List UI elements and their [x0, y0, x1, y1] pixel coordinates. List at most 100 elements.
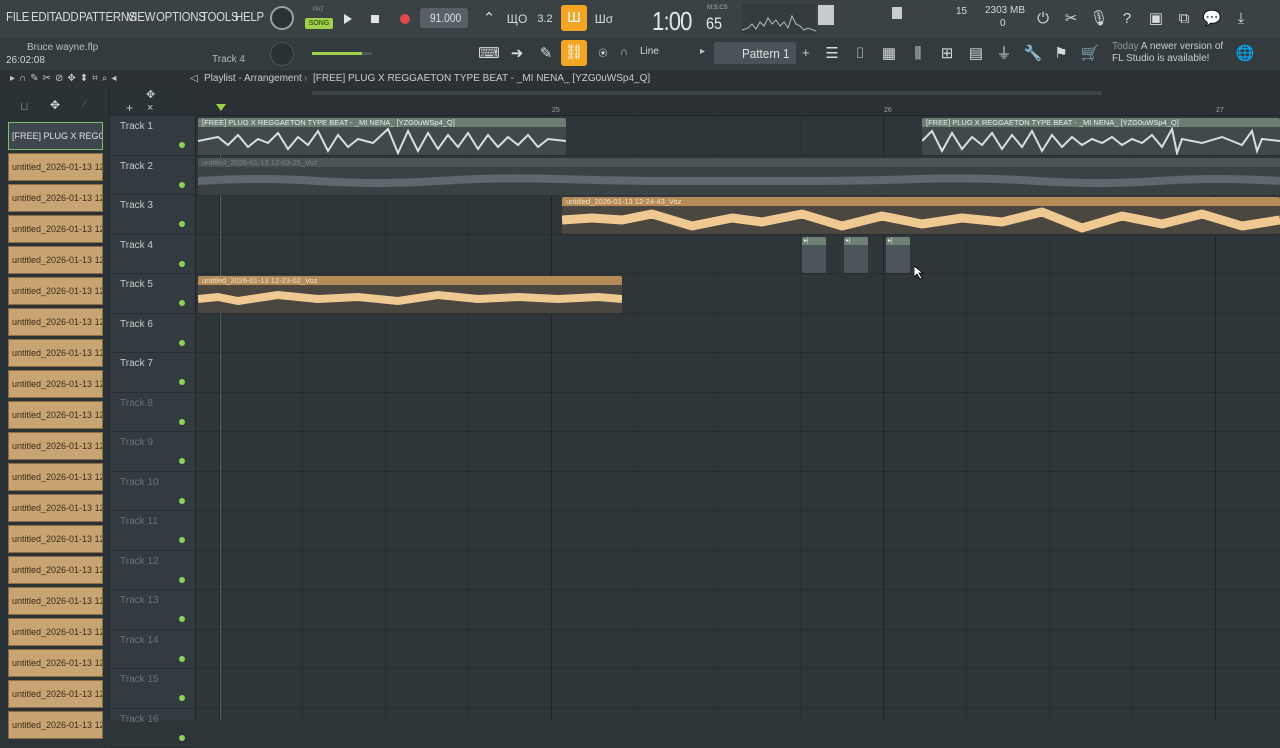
track-lane[interactable] [196, 709, 1280, 721]
track-header[interactable]: Track 2 [110, 156, 196, 196]
clip-voz-track2[interactable]: untitled_2026-01-13 12-03-25_Voz [198, 158, 1280, 195]
track-mute-led[interactable] [179, 340, 185, 346]
menu-edit[interactable]: EDIT [31, 9, 56, 24]
memory-meter[interactable]: 2303 MB 0 [978, 4, 1028, 32]
close-track-icon[interactable]: × [147, 102, 153, 114]
browser-options-icon[interactable]: ⊔ [20, 100, 29, 113]
browser-item[interactable]: untitled_2026-01-13 12-... [8, 308, 103, 336]
cut-button[interactable]: ✂ [1058, 6, 1084, 32]
track-mute-led[interactable] [179, 735, 185, 741]
cpu-meter[interactable]: 15 [890, 4, 970, 32]
cart-button[interactable]: 🛒 [1077, 41, 1103, 67]
timeline-ruler[interactable]: 25 26 27 [196, 88, 1280, 116]
mixer-button[interactable]: ⫼ [905, 41, 931, 67]
track-header[interactable]: Track 4 [110, 235, 196, 275]
track-mute-led[interactable] [179, 261, 185, 267]
browser-item[interactable]: untitled_2026-01-13 12-... [8, 401, 103, 429]
snap-selector[interactable]: ∩ Line [620, 46, 692, 62]
save-button[interactable]: ▣ [1143, 6, 1169, 32]
project-tree-button[interactable]: ⊞ [934, 41, 960, 67]
menu-help[interactable]: HELP [235, 9, 264, 24]
menu-options[interactable]: OPTIONS [156, 9, 206, 24]
loop-record-button[interactable]: Шσ [591, 6, 617, 32]
track-mute-led[interactable] [179, 695, 185, 701]
playlist-grid[interactable]: 25 26 27 [FREE] PLUG X REGGAETON TYPE BE… [196, 88, 1280, 720]
globe-button[interactable]: 🌐 [1232, 41, 1258, 67]
track-mute-led[interactable] [179, 182, 185, 188]
track-lane[interactable] [196, 472, 1280, 512]
move-tracks-icon[interactable]: ✥ [146, 88, 155, 101]
track-lane[interactable] [196, 314, 1280, 354]
chat-button[interactable]: 💬 [1199, 6, 1225, 32]
track-lane[interactable] [196, 393, 1280, 433]
browser-move-icon[interactable]: ✥ [50, 98, 60, 112]
tempo-display[interactable]: 91.000 [420, 8, 468, 28]
track-mute-led[interactable] [179, 142, 185, 148]
track-lane[interactable] [196, 432, 1280, 472]
track-header[interactable]: Track 8 [110, 393, 196, 433]
track-knob[interactable] [270, 42, 294, 66]
browser-item[interactable]: untitled_2026-01-13 12-... [8, 556, 103, 584]
track-mute-led[interactable] [179, 379, 185, 385]
clip-beat-b[interactable]: [FREE] PLUG X REGGAETON TYPE BEAT - _MI … [922, 118, 1280, 155]
track-mute-led[interactable] [179, 300, 185, 306]
track-lane[interactable] [196, 630, 1280, 670]
menu-file[interactable]: FILE [6, 9, 29, 24]
track-lane[interactable] [196, 235, 1280, 275]
track-header[interactable]: Track 3 [110, 195, 196, 235]
clip-track4-a[interactable]: ▸| [802, 237, 826, 273]
browser-item[interactable]: untitled_2026-01-13 12-... [8, 215, 103, 243]
pattern-selector[interactable]: Pattern 1 [714, 42, 796, 64]
piano-button[interactable]: ⌨ [476, 41, 502, 67]
pat-song-toggle[interactable]: PAT SONG [305, 5, 333, 33]
track-header[interactable]: Track 9 [110, 432, 196, 472]
clip-voz-track3[interactable]: untitled_2026-01-13 12-24-43_Voz [562, 197, 1280, 234]
browser-item[interactable]: untitled_2026-01-13 12-... [8, 649, 103, 677]
browser-wand-icon[interactable]: ⁄ [84, 98, 86, 110]
browser-item[interactable]: untitled_2026-01-13 12-... [8, 184, 103, 212]
plugin-button[interactable]: ⏚ [991, 41, 1017, 67]
breadcrumb-section[interactable]: Playlist - Arrangement [204, 70, 302, 88]
wait-input-button[interactable]: ЩО [504, 6, 530, 32]
download-button[interactable]: ⤓ [1228, 6, 1254, 32]
menu-add[interactable]: ADD [55, 9, 78, 24]
track-lane[interactable] [196, 551, 1280, 591]
record-button[interactable] [392, 6, 418, 32]
track-header[interactable]: Track 14 [110, 630, 196, 670]
link-button[interactable]: ⛓ [561, 40, 587, 66]
song-position-marker[interactable] [216, 104, 226, 111]
track-lane[interactable] [196, 511, 1280, 551]
track-lane[interactable] [196, 669, 1280, 709]
track-mute-led[interactable] [179, 498, 185, 504]
tools-button[interactable]: 🔧 [1020, 41, 1046, 67]
browser-item[interactable]: untitled_2026-01-13 12-... [8, 680, 103, 708]
countdown-button[interactable]: 3.2 [532, 6, 558, 32]
track-mute-led[interactable] [179, 577, 185, 583]
master-volume-knob[interactable] [270, 6, 294, 30]
stamp-button[interactable]: ⍟ [590, 41, 616, 67]
track-lane[interactable] [196, 590, 1280, 630]
breadcrumb-clip[interactable]: [FREE] PLUG X REGGAETON TYPE BEAT - _MI … [313, 70, 650, 88]
track-mute-led[interactable] [179, 616, 185, 622]
browser-item[interactable]: [FREE] PLUG X REGGA... [8, 122, 103, 150]
track-header[interactable]: Track 1 [110, 116, 196, 156]
pattern-prev-button[interactable]: ▸ [700, 46, 705, 57]
draw-button[interactable]: ✎ [533, 41, 559, 67]
track-mute-led[interactable] [179, 221, 185, 227]
metronome-button[interactable]: ⌃ [476, 6, 502, 32]
master-pitch-slider[interactable] [312, 52, 372, 55]
browser-item[interactable]: untitled_2026-01-13 12-... [8, 711, 103, 739]
browser-button[interactable]: ▤ [963, 41, 989, 67]
browser-item[interactable]: untitled_2026-01-13 12-... [8, 153, 103, 181]
news-panel[interactable]: Today A newer version of FL Studio is av… [1112, 41, 1234, 65]
browser-item[interactable]: untitled_2026-01-13 12-... [8, 463, 103, 491]
browser-item[interactable]: untitled_2026-01-13 12-... [8, 277, 103, 305]
speaker-icon[interactable]: ◁ [190, 70, 198, 88]
track-header[interactable]: Track 12 [110, 551, 196, 591]
channel-rack-button[interactable]: ▦ [876, 41, 902, 67]
track-mute-led[interactable] [179, 419, 185, 425]
menu-view[interactable]: VIEW [127, 9, 155, 24]
track-header[interactable]: Track 15 [110, 669, 196, 709]
export-button[interactable]: ⧉ [1171, 6, 1197, 32]
browser-item[interactable]: untitled_2026-01-13 12-... [8, 618, 103, 646]
